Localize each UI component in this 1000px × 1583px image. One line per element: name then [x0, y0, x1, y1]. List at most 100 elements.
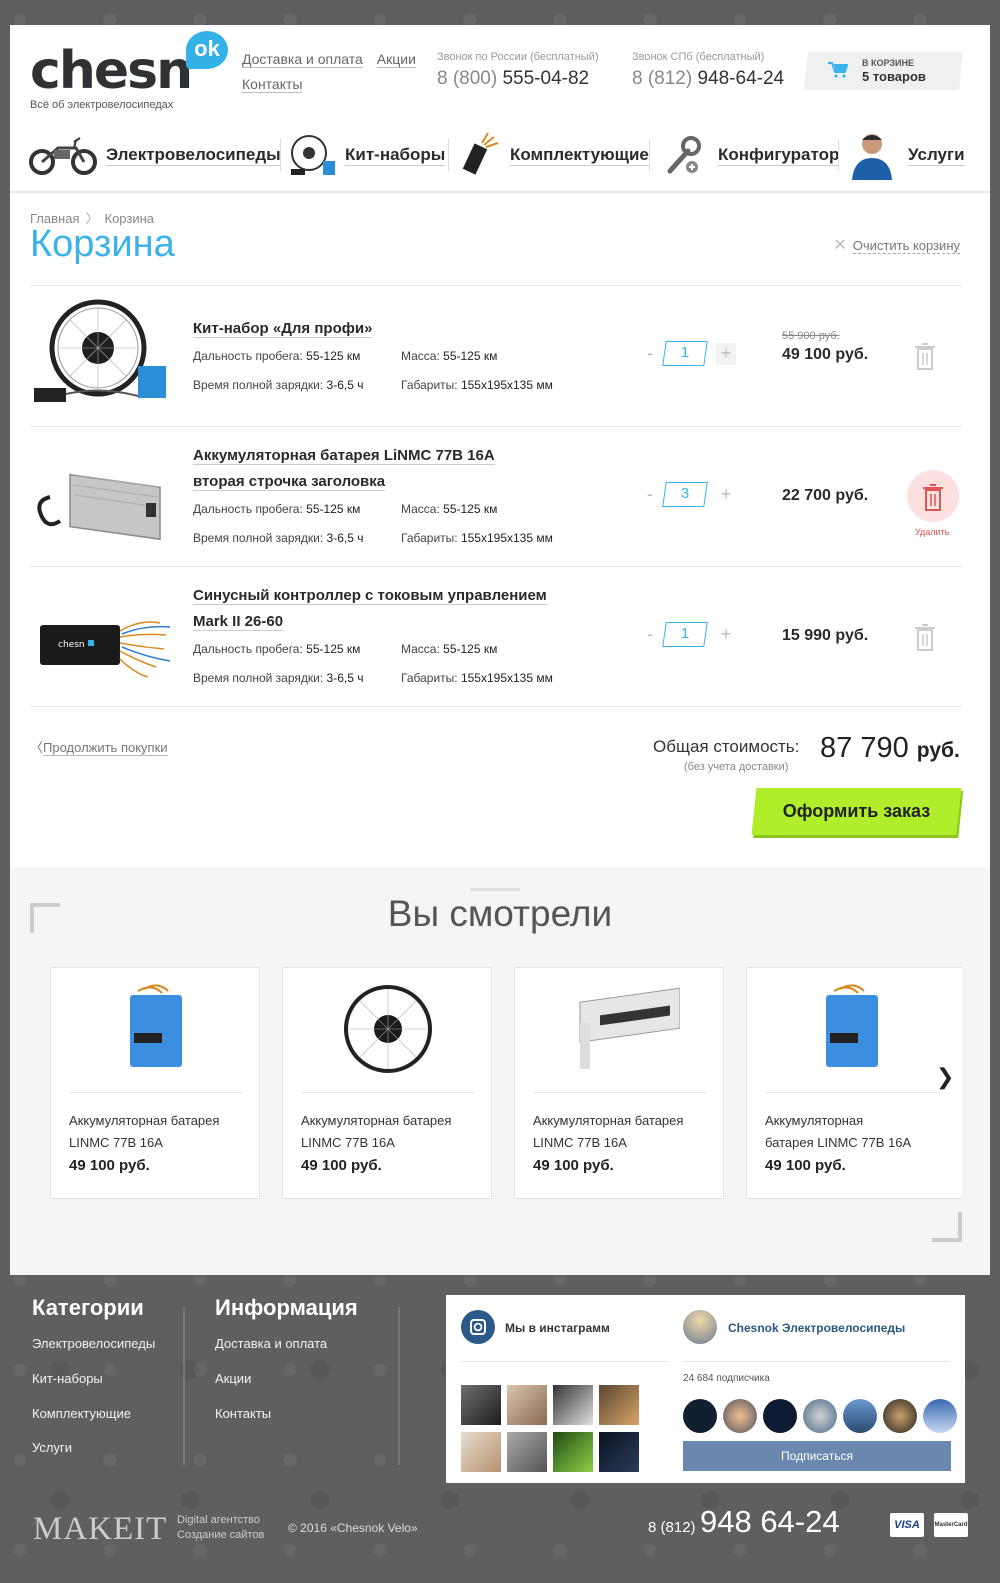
footer-link[interactable]: Кит-наборы — [32, 1371, 103, 1386]
nav-divider — [280, 139, 281, 171]
product-image — [826, 984, 878, 1067]
instagram-icon[interactable] — [461, 1310, 495, 1344]
vk-group-title[interactable]: Chesnok Электровелосипеды — [728, 1321, 905, 1335]
product-card[interactable]: Аккумуляторная батарея LINMC 77В 16А 49 … — [50, 967, 260, 1199]
logo[interactable]: chesn ok Всё об электровелосипедах — [30, 31, 228, 111]
instagram-photo[interactable] — [507, 1385, 547, 1425]
footer-link[interactable]: Услуги — [32, 1440, 72, 1455]
clear-cart-button[interactable]: ✕ Очистить корзину — [833, 235, 960, 255]
footer-link[interactable]: Комплектующие — [32, 1406, 131, 1421]
kit-icon — [291, 135, 335, 175]
spec-size: Габариты: 155x195x135 мм — [401, 671, 553, 685]
subscriber-avatar[interactable] — [683, 1399, 717, 1433]
instagram-photo[interactable] — [461, 1385, 501, 1425]
subscriber-count: 24 684 подписчика — [683, 1373, 770, 1384]
nav-item-kits[interactable]: Кит-наборы — [287, 125, 446, 185]
spec-range: Дальность пробега: 55-125 км — [193, 502, 361, 516]
instagram-photo[interactable] — [553, 1432, 593, 1472]
divider — [30, 706, 962, 707]
instagram-photo[interactable] — [461, 1432, 501, 1472]
trash-icon[interactable] — [910, 341, 940, 371]
spec-range: Дальность пробега: 55-125 км — [193, 642, 361, 656]
subscriber-avatar[interactable] — [923, 1399, 957, 1433]
spec-charge: Время полной зарядки: 3-6,5 ч — [193, 531, 364, 545]
link-delivery[interactable]: Доставка и оплата — [242, 52, 363, 68]
divider — [765, 1092, 939, 1093]
instagram-photo[interactable] — [599, 1385, 639, 1425]
close-icon: ✕ — [833, 237, 847, 254]
page-title: Корзина — [30, 223, 175, 265]
phone-number[interactable]: 8 (800) 555-04-82 — [437, 68, 599, 90]
decrease-button[interactable]: - — [640, 484, 660, 506]
spec-charge: Время полной зарядки: 3-6,5 ч — [193, 378, 364, 392]
delete-label[interactable]: Удалить — [915, 527, 949, 537]
footer-categories-title: Категории — [32, 1295, 144, 1320]
subscriber-avatar[interactable] — [843, 1399, 877, 1433]
product-name: Аккумуляторная батарея LINMC 77В 16А — [301, 1113, 452, 1150]
decrease-button[interactable]: - — [640, 343, 660, 365]
chevron-left-icon: 〈 — [30, 740, 44, 755]
product-name: Аккумуляторная батарея LINMC 77В 16А — [765, 1113, 912, 1150]
chevron-right-icon[interactable]: ❯ — [936, 1064, 954, 1090]
nav-item-services[interactable]: Услуги — [850, 125, 965, 185]
nav-item-components[interactable]: Комплектующие — [458, 125, 649, 185]
instagram-photo[interactable] — [553, 1385, 593, 1425]
product-title-link[interactable]: Аккумуляторная батарея LiNMC 77В 16А втор… — [193, 443, 495, 495]
nav-label: Услуги — [908, 144, 965, 166]
increase-button[interactable]: + — [716, 484, 736, 506]
spec-size: Габариты: 155x195x135 мм — [401, 378, 553, 392]
quantity-value: 1 — [680, 625, 690, 642]
trash-icon[interactable] — [910, 622, 940, 652]
spec-size: Габариты: 155x195x135 мм — [401, 531, 553, 545]
header-divider — [10, 191, 990, 193]
decrease-button[interactable]: - — [640, 624, 660, 646]
instagram-widget: Мы в инстаграмм — [446, 1295, 683, 1483]
checkout-button[interactable]: Оформить заказ — [751, 788, 962, 835]
increase-button[interactable]: + — [716, 624, 736, 646]
footer-link[interactable]: Контакты — [215, 1406, 271, 1421]
instagram-title: Мы в инстаграмм — [505, 1321, 610, 1335]
footer: Категории Электровелосипеды Кит-наборы К… — [0, 1275, 1000, 1583]
subscriber-avatar[interactable] — [723, 1399, 757, 1433]
link-contacts[interactable]: Контакты — [242, 77, 303, 93]
subscriber-avatar[interactable] — [803, 1399, 837, 1433]
nav-divider — [649, 139, 650, 171]
footer-link[interactable]: Акции — [215, 1371, 251, 1386]
link-promotions[interactable]: Акции — [376, 52, 416, 68]
footer-link[interactable]: Доставка и оплата — [215, 1336, 327, 1351]
phone-russia: Звонок по России (бесплатный) 8 (800) 55… — [437, 51, 599, 90]
group-avatar[interactable] — [683, 1310, 717, 1344]
product-image: chesn — [40, 621, 171, 678]
instagram-photo[interactable] — [599, 1432, 639, 1472]
product-card[interactable]: Аккумуляторная батарея LINMC 77В 16А 49 … — [282, 967, 492, 1199]
quantity-stepper: - 1 + — [640, 341, 750, 367]
svg-text:chesn: chesn — [58, 640, 85, 650]
nav-item-configurator[interactable]: Конфигуратор — [662, 125, 840, 185]
subscribe-button[interactable]: Подписаться — [683, 1441, 951, 1471]
quantity-value: 1 — [680, 344, 690, 361]
cart-row: Кит-набор «Для профи» Дальность пробега:… — [30, 286, 962, 426]
quantity-stepper: - 3 + — [640, 482, 750, 508]
footer-phone[interactable]: 8 (812) 948 64-24 — [648, 1504, 840, 1540]
subscriber-avatar[interactable] — [763, 1399, 797, 1433]
nav-label: Комплектующие — [510, 144, 649, 166]
footer-link[interactable]: Электровелосипеды — [32, 1336, 155, 1351]
instagram-photo[interactable] — [507, 1432, 547, 1472]
spec-mass: Масса: 55-125 км — [401, 349, 498, 363]
product-title-link[interactable]: Синусный контроллер с токовым управление… — [193, 583, 547, 635]
continue-shopping-link[interactable]: 〈Продолжить покупки — [30, 737, 168, 756]
product-title-link[interactable]: Кит-набор «Для профи» — [193, 316, 373, 342]
ebike-icon — [29, 137, 97, 175]
agency-logo[interactable]: MAKEIT — [33, 1511, 167, 1548]
nav-item-ebikes[interactable]: Электровелосипеды — [28, 125, 281, 185]
product-card[interactable]: Аккумуляторная батарея LINMC 77В 16А 49 … — [746, 967, 962, 1199]
product-card[interactable]: Аккумуляторная батарея LINMC 77В 16А 49 … — [514, 967, 724, 1199]
trash-icon[interactable] — [918, 482, 948, 512]
subscriber-avatar[interactable] — [883, 1399, 917, 1433]
product-price: 49 100 руб. — [533, 1157, 614, 1174]
increase-button[interactable]: + — [716, 343, 736, 365]
services-icon — [852, 134, 892, 180]
phone-number[interactable]: 8 (812) 948-64-24 — [632, 68, 784, 90]
cart-caption: в корзине — [862, 58, 914, 68]
cart-widget[interactable]: в корзине 5 товаров — [804, 52, 963, 90]
